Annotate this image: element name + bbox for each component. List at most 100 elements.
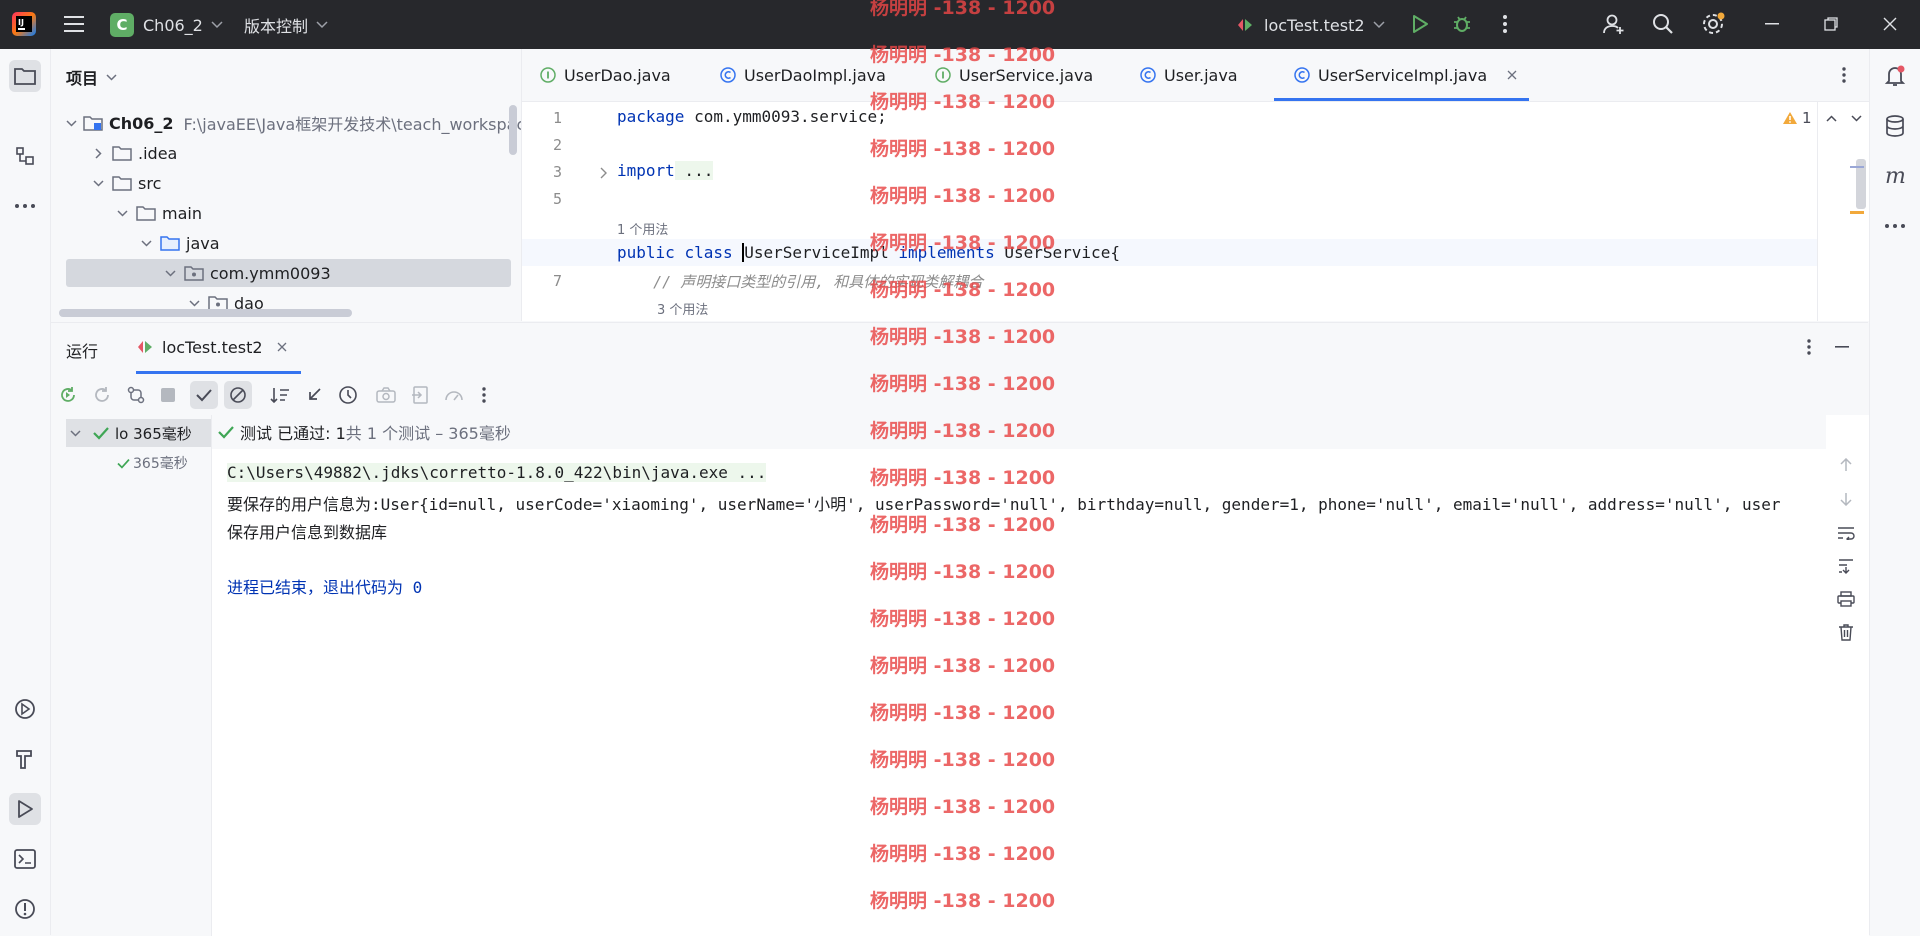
run-options-icon[interactable] <box>1807 339 1811 355</box>
services-tool-icon[interactable] <box>9 693 41 725</box>
stop-icon[interactable] <box>154 381 182 409</box>
code-line-7-comment[interactable]: // 声明接口类型的引用, 和具体的实现类解耦合 <box>617 271 983 292</box>
svg-text:IJ: IJ <box>18 18 24 27</box>
usages-hint[interactable]: 3 个用法 <box>657 299 708 318</box>
code-line-1[interactable]: package com.ymm0093.service; <box>617 107 887 126</box>
tab-options-icon[interactable] <box>1842 67 1846 83</box>
minimize-window-icon[interactable] <box>1758 10 1786 38</box>
tab-userservice[interactable]: UserService.java <box>935 49 1093 101</box>
close-window-icon[interactable] <box>1876 10 1904 38</box>
code-line-6[interactable]: public class UserServiceImpl implements … <box>617 243 1120 262</box>
project-switcher[interactable]: C Ch06_2 <box>110 12 223 38</box>
export-icon[interactable] <box>406 381 434 409</box>
interface-icon <box>540 67 556 83</box>
chevron-down-icon <box>138 235 154 251</box>
terminal-tool-icon[interactable] <box>9 843 41 875</box>
tree-item-label: main <box>162 203 202 223</box>
vcs-menu[interactable]: 版本控制 <box>244 12 328 38</box>
code-line-3[interactable]: import ... <box>617 161 714 180</box>
tab-userdaoimpl[interactable]: UserDaoImpl.java <box>720 49 886 101</box>
show-ignored-icon[interactable] <box>224 381 252 409</box>
hide-panel-icon[interactable] <box>1835 346 1849 348</box>
scroll-down-icon[interactable] <box>1834 487 1858 511</box>
vertical-scrollbar[interactable] <box>509 105 517 155</box>
problems-tool-icon[interactable] <box>9 893 41 925</box>
tab-userserviceimpl[interactable]: UserServiceImpl.java <box>1274 49 1530 101</box>
tree-item-src[interactable]: src <box>66 169 511 197</box>
vcs-label: 版本控制 <box>244 17 309 36</box>
maven-tool-icon[interactable]: m <box>1879 160 1911 192</box>
test-tree-root[interactable]: lo 365毫秒 <box>66 419 211 447</box>
restore-window-icon[interactable] <box>1817 10 1845 38</box>
right-margin-divider <box>1817 101 1818 321</box>
import-tests-icon[interactable] <box>300 381 328 409</box>
project-panel-header[interactable]: 项目 <box>66 65 117 89</box>
more-tools-icon[interactable] <box>9 190 41 222</box>
tree-item-project-root[interactable]: Ch06_2 F:\javaEE\Java框架开发技术\teach_worksp… <box>66 109 521 137</box>
inspections-widget[interactable]: 1 <box>1782 109 1862 127</box>
tab-label: User.java <box>1164 65 1238 85</box>
coverage-gauge-icon[interactable] <box>440 381 468 409</box>
fold-expand-icon[interactable] <box>600 167 608 179</box>
more-actions-icon[interactable] <box>1491 10 1519 38</box>
chevron-down-icon[interactable] <box>1851 114 1862 122</box>
project-tool-icon[interactable] <box>9 60 41 92</box>
scroll-up-icon[interactable] <box>1834 453 1858 477</box>
chevron-down-icon <box>316 21 328 29</box>
run-tab[interactable]: locTest.test2 <box>136 323 301 374</box>
tree-item-java[interactable]: java <box>66 229 511 257</box>
more-actions-icon[interactable] <box>470 381 498 409</box>
class-name: UserServiceImpl <box>742 243 889 262</box>
run-config-selector[interactable]: locTest.test2 <box>1236 12 1385 38</box>
rerun-icon[interactable] <box>54 381 82 409</box>
tree-item-idea[interactable]: .idea <box>66 139 511 167</box>
build-hammer-icon[interactable] <box>9 743 41 775</box>
error-stripe-mark[interactable] <box>1850 166 1864 168</box>
soft-wrap-icon[interactable] <box>1834 521 1858 545</box>
class-icon <box>1294 67 1310 83</box>
more-tools-icon[interactable] <box>1879 210 1911 242</box>
tree-item-main[interactable]: main <box>66 199 511 227</box>
add-user-icon[interactable] <box>1600 10 1628 38</box>
test-history-icon[interactable] <box>334 381 362 409</box>
debug-button[interactable] <box>1448 10 1476 38</box>
usages-hint[interactable]: 1 个用法 <box>617 219 668 238</box>
line-number: 1 <box>552 109 562 127</box>
chevron-down-icon <box>106 73 117 81</box>
intellij-logo-icon[interactable]: IJ <box>11 11 37 37</box>
toggle-auto-test-icon[interactable] <box>122 381 150 409</box>
structure-tool-icon[interactable] <box>9 140 41 172</box>
print-icon[interactable] <box>1834 587 1858 611</box>
main-menu-icon[interactable] <box>60 10 88 38</box>
close-tab-icon[interactable] <box>277 342 287 352</box>
run-tool-icon[interactable] <box>9 793 41 825</box>
chevron-up-icon[interactable] <box>1826 114 1837 122</box>
title-bar: IJ C Ch06_2 版本控制 locTest.test2 <box>0 0 1920 49</box>
horizontal-scrollbar[interactable] <box>59 309 352 317</box>
show-passed-icon[interactable] <box>190 381 218 409</box>
clear-trash-icon[interactable] <box>1834 620 1858 644</box>
settings-gear-icon[interactable] <box>1699 10 1727 38</box>
console-command-line[interactable]: C:\Users\49882\.jdks\corretto-1.8.0_422\… <box>227 463 767 482</box>
console-output[interactable]: 测试 已通过: 1 共 1 个测试 – 365毫秒 C:\Users\49882… <box>211 415 1869 936</box>
console-output-line: 保存用户信息到数据库 <box>227 523 388 542</box>
close-tab-icon[interactable] <box>1507 70 1517 80</box>
rerun-failed-icon[interactable] <box>88 381 116 409</box>
tab-user[interactable]: User.java <box>1140 49 1238 101</box>
database-tool-icon[interactable] <box>1879 110 1911 142</box>
tree-item-package-com-ymm0093[interactable]: com.ymm0093 <box>66 259 511 287</box>
warning-stripe-mark[interactable] <box>1850 211 1864 214</box>
camera-icon[interactable] <box>372 381 400 409</box>
sort-alphabetically-icon[interactable] <box>266 381 294 409</box>
scroll-to-end-icon[interactable] <box>1834 554 1858 578</box>
console-exit-line: 进程已结束，退出代码为 0 <box>227 578 423 597</box>
tab-userdao[interactable]: UserDao.java <box>540 49 671 101</box>
search-icon[interactable] <box>1649 10 1677 38</box>
test-tree-child[interactable]: 365毫秒 <box>117 451 188 475</box>
run-button[interactable] <box>1406 10 1434 38</box>
notifications-bell-icon[interactable] <box>1879 60 1911 92</box>
tab-label: UserDao.java <box>564 65 671 85</box>
warning-count: 1 <box>1802 109 1812 127</box>
package-icon <box>184 265 204 281</box>
code-text: com.ymm0093.service; <box>684 107 887 126</box>
